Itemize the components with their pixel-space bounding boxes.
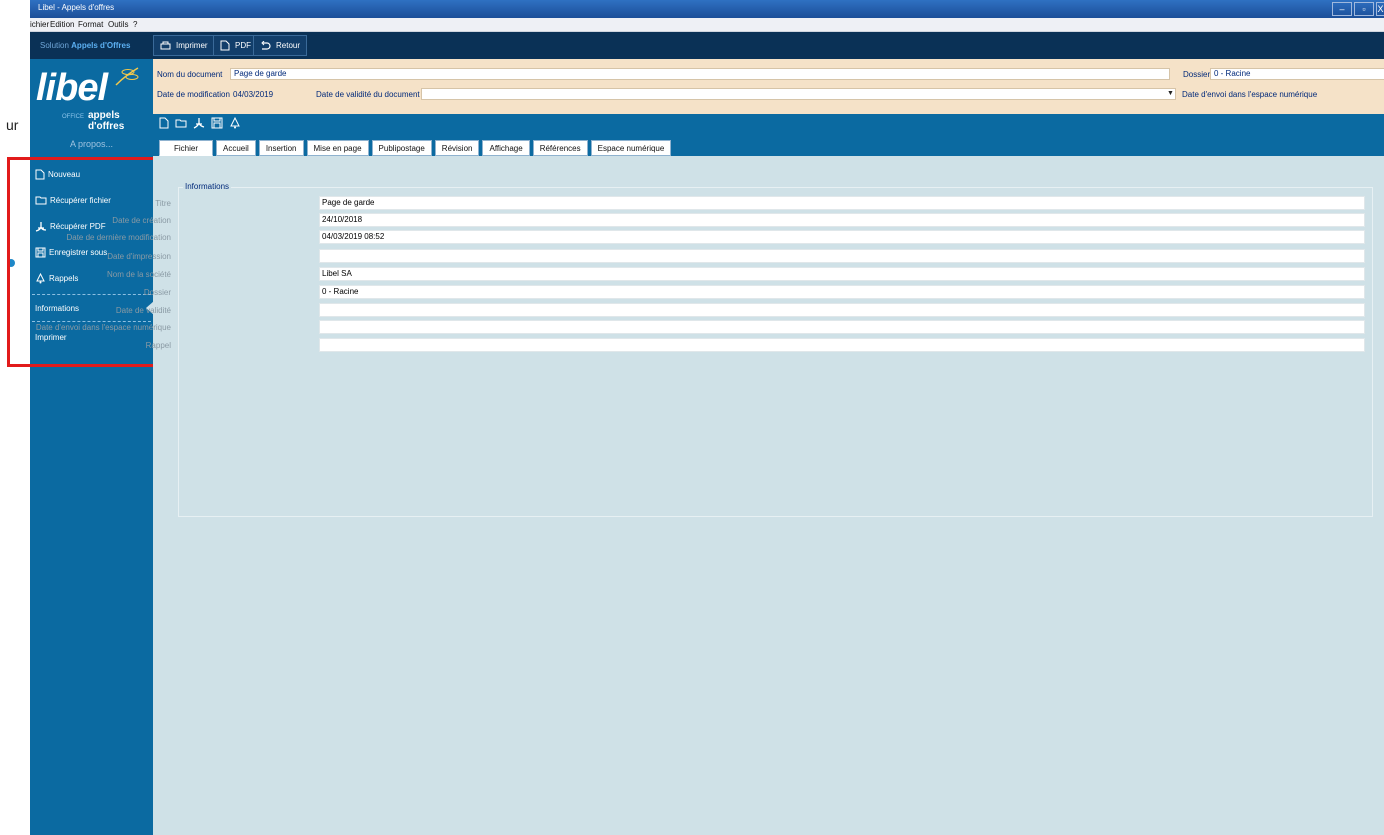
field-date-creation[interactable]: 24/10/2018	[319, 213, 1365, 227]
modification-date-label: Date de modification	[157, 90, 230, 99]
solution-label: Solution Appels d'Offres	[40, 41, 130, 50]
menu-format[interactable]: Format	[78, 20, 103, 29]
menu-bar: ichier Edition Format Outils ?	[30, 18, 1384, 32]
logo-brand: libel	[36, 67, 108, 109]
menu-outils[interactable]: Outils	[108, 20, 128, 29]
send-date-label: Date d'envoi dans l'espace numérique	[1182, 90, 1318, 99]
menu-fichier[interactable]: ichier	[30, 20, 49, 29]
doc-name-label: Nom du document	[157, 70, 223, 79]
doc-name-input[interactable]: Page de garde	[230, 68, 1170, 80]
folder-icon[interactable]	[175, 117, 187, 129]
field-label-dossier: Dossier	[143, 288, 171, 297]
about-link[interactable]: A propos...	[30, 139, 153, 149]
close-button[interactable]: X	[1376, 2, 1384, 16]
pdf-button[interactable]: PDF	[213, 35, 258, 56]
menu-help[interactable]: ?	[133, 20, 137, 29]
tab-references[interactable]: Références	[532, 140, 588, 156]
logo-office: OFFICE	[62, 114, 84, 120]
field-label-date-envoi: Date d'envoi dans l'espace numérique	[35, 323, 171, 332]
modification-date-value: 04/03/2019	[233, 90, 274, 99]
tab-accueil[interactable]: Accueil	[216, 140, 256, 156]
document-header: Nom du document Page de garde Dossier 0 …	[153, 59, 1384, 114]
tab-revision[interactable]: Révision	[434, 140, 480, 156]
tab-insertion[interactable]: Insertion	[258, 140, 304, 156]
tab-fichier[interactable]: Fichier	[159, 140, 214, 156]
bell-icon[interactable]	[229, 117, 241, 129]
folder-input[interactable]: 0 - Racine	[1210, 68, 1384, 80]
field-rappel[interactable]	[319, 338, 1365, 352]
validity-date-label: Date de validité du document	[316, 90, 420, 99]
tab-mise-en-page[interactable]: Mise en page	[306, 140, 369, 156]
quick-access-toolbar	[159, 117, 241, 129]
pdf-button-label: PDF	[235, 41, 251, 50]
field-dossier[interactable]: 0 - Racine	[319, 285, 1365, 299]
field-label-date-creation: Date de création	[112, 216, 171, 225]
new-document-icon[interactable]	[159, 117, 169, 129]
dragonfly-icon	[115, 67, 139, 86]
informations-title: Informations	[183, 182, 232, 191]
field-date-validite[interactable]	[319, 303, 1365, 317]
pdf-icon[interactable]	[193, 117, 205, 129]
app-logo: libel OFFICE appels d'offres	[30, 59, 153, 132]
field-label-date-impression: Date d'impression	[107, 252, 171, 261]
field-label-date-derniere-modification: Date de dernière modification	[66, 233, 171, 242]
highlight-annotation-box	[7, 157, 157, 367]
folder-label: Dossier	[1183, 70, 1211, 79]
field-titre[interactable]: Page de garde	[319, 196, 1365, 210]
menu-edition[interactable]: Edition	[50, 20, 74, 29]
field-label-titre: Titre	[155, 199, 171, 208]
return-arrow-icon	[261, 40, 271, 50]
tab-espace-numerique[interactable]: Espace numérique	[590, 140, 672, 156]
solution-name: Appels d'Offres	[71, 41, 131, 50]
field-nom-societe[interactable]: Libel SA	[319, 267, 1365, 281]
pdf-file-icon	[220, 40, 230, 51]
printer-icon	[160, 41, 171, 49]
ribbon: Fichier Accueil Insertion Mise en page P…	[153, 114, 1384, 156]
validity-date-select[interactable]	[421, 88, 1176, 100]
print-button[interactable]: Imprimer	[153, 35, 215, 56]
logo-product: appels d'offres	[88, 110, 125, 132]
field-date-impression[interactable]	[319, 249, 1365, 263]
background-text-fragment: ur	[6, 117, 19, 133]
tab-publipostage[interactable]: Publipostage	[371, 140, 432, 156]
window-title: Libel - Appels d'offres	[38, 3, 115, 12]
field-date-envoi[interactable]	[319, 320, 1365, 334]
back-button-label: Retour	[276, 41, 301, 50]
field-label-nom-societe: Nom de la société	[106, 270, 171, 279]
save-icon[interactable]	[211, 117, 223, 129]
field-date-derniere-modification[interactable]: 04/03/2019 08:52	[319, 230, 1365, 244]
tab-affichage[interactable]: Affichage	[482, 140, 530, 156]
window-titlebar: Libel - Appels d'offres – ▫ X	[30, 0, 1384, 18]
solution-prefix: Solution	[40, 41, 69, 50]
minimize-button[interactable]: –	[1332, 2, 1352, 16]
back-button[interactable]: Retour	[253, 35, 308, 56]
main-toolbar: Solution Appels d'Offres Imprimer PDF Re…	[30, 32, 1384, 59]
print-button-label: Imprimer	[176, 41, 208, 50]
field-label-date-validite: Date de validité	[115, 306, 171, 315]
maximize-button[interactable]: ▫	[1354, 2, 1374, 16]
field-label-rappel: Rappel	[145, 341, 171, 350]
chevron-down-icon[interactable]: ▼	[1167, 90, 1174, 97]
ribbon-tabs: Fichier Accueil Insertion Mise en page P…	[159, 140, 672, 156]
